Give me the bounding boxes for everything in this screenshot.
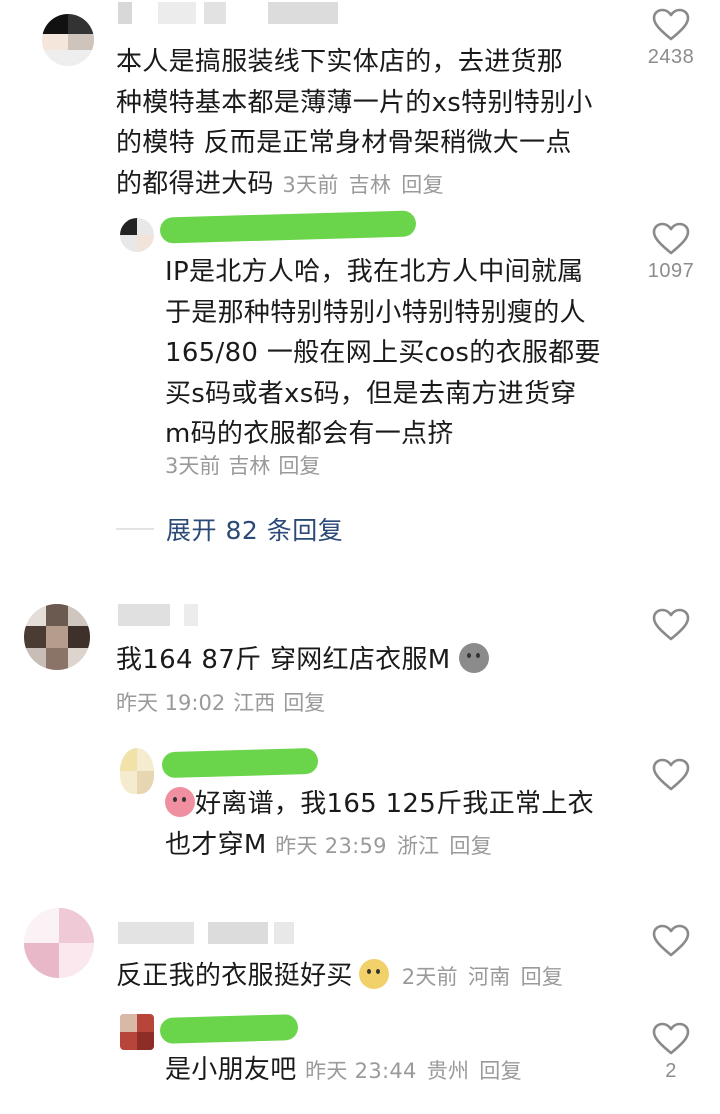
like-count: 2438	[647, 46, 695, 68]
dog-emoji-icon	[358, 959, 389, 989]
comment-time: 昨天 19:02	[116, 691, 226, 715]
reply-button[interactable]: 回复	[278, 454, 320, 478]
avatar[interactable]	[120, 748, 154, 794]
reply-button[interactable]: 回复	[521, 965, 564, 989]
like-button[interactable]	[636, 608, 706, 646]
reply-time: 昨天 23:59	[275, 833, 387, 858]
reply-button[interactable]: 回复	[283, 691, 325, 715]
reply-button[interactable]: 回复	[449, 834, 492, 858]
reply-text: 是小朋友吧 昨天 23:44 贵州 回复	[165, 1055, 522, 1085]
reply-button[interactable]: 回复	[479, 1059, 522, 1083]
like-button[interactable]	[636, 758, 706, 796]
heart-icon	[652, 1022, 690, 1055]
reply-time: 3天前	[165, 454, 221, 478]
like-button[interactable]: 2438	[636, 8, 706, 69]
comment-time: 3天前	[282, 172, 339, 197]
avatar[interactable]	[24, 908, 94, 978]
comment-text: 本人是搞服装线下实体店的，去进货那 种模特基本都是薄薄一片的xs特别特别小 的模…	[116, 47, 593, 199]
comment-location: 河南	[467, 965, 511, 989]
username[interactable]	[118, 2, 348, 24]
reply-text: 好离谱，我165 125斤我正常上衣 也才穿M 昨天 23:59 浙江 回复	[165, 787, 594, 860]
comment-text: 我164 87斤 穿网红店衣服M	[116, 640, 616, 681]
redaction-scribble	[159, 1014, 299, 1044]
divider	[116, 528, 154, 530]
like-count: 2	[665, 1060, 677, 1082]
comment-meta: 昨天 19:02 江西 回复	[116, 689, 333, 717]
reply-button[interactable]: 回复	[401, 173, 444, 197]
avatar[interactable]	[120, 218, 154, 252]
avatar[interactable]	[42, 14, 94, 66]
comment-text: 反正我的衣服挺好买 2天前 河南 回复	[116, 959, 564, 991]
username[interactable]	[118, 604, 208, 626]
heart-icon	[652, 222, 690, 255]
comment-location: 吉林	[348, 172, 392, 197]
reply-time: 昨天 23:44	[305, 1059, 417, 1083]
like-button[interactable]: 1097	[636, 222, 706, 283]
reply-meta: 3天前 吉林 回复	[165, 452, 328, 480]
comment-location: 江西	[233, 691, 276, 715]
reply-text: IP是北方人哈，我在北方人中间就属 于是那种特别特别小特别特别瘦的人 165/8…	[165, 257, 601, 449]
like-button[interactable]: 2	[636, 1022, 706, 1083]
like-button[interactable]	[636, 924, 706, 962]
reply-location: 吉林	[228, 454, 271, 478]
username[interactable]	[118, 922, 298, 944]
comment-time: 2天前	[401, 965, 458, 989]
heart-icon	[652, 758, 690, 791]
avatar[interactable]	[120, 1014, 154, 1050]
grey-emoji-icon	[459, 643, 490, 673]
expand-replies-button[interactable]: 展开 82 条回复	[116, 511, 343, 547]
like-count: 1097	[647, 260, 695, 282]
heart-icon	[652, 608, 690, 641]
crying-emoji-icon	[165, 787, 195, 817]
heart-icon	[652, 924, 690, 957]
redaction-scribble	[159, 210, 417, 244]
redaction-scribble	[161, 747, 319, 779]
reply-location: 贵州	[426, 1059, 470, 1083]
avatar[interactable]	[24, 604, 90, 670]
heart-icon	[652, 8, 690, 41]
reply-location: 浙江	[396, 833, 440, 858]
